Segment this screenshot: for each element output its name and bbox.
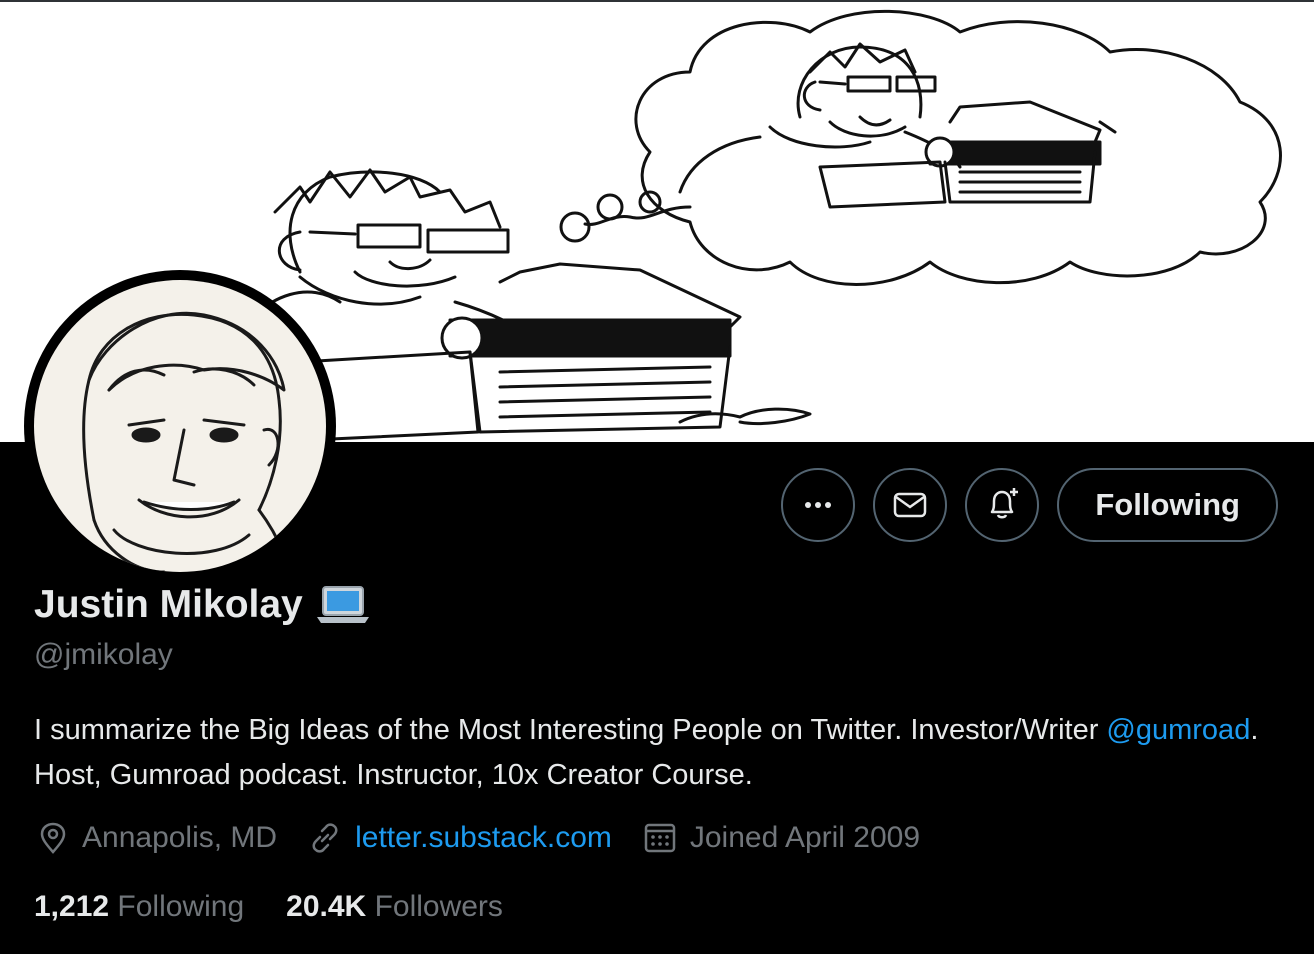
profile-avatar[interactable] <box>24 270 336 582</box>
followers-label: Followers <box>374 890 503 923</box>
profile-name-row: Justin Mikolay <box>34 583 371 627</box>
following-label: Following <box>117 890 245 923</box>
more-button[interactable] <box>781 468 856 542</box>
display-name: Justin Mikolay <box>34 583 303 626</box>
profile-meta: Annapolis, MD letter.substack.com Joined… <box>36 820 950 856</box>
website-link[interactable]: letter.substack.com <box>355 821 612 855</box>
following-button[interactable]: Following <box>1057 468 1278 542</box>
profile-bio: I summarize the Big Ideas of the Most In… <box>34 708 1284 798</box>
following-count: 1,212 <box>34 890 110 923</box>
location-text: Annapolis, MD <box>82 821 278 854</box>
bell-plus-icon <box>991 488 1019 519</box>
calendar-icon <box>644 823 676 853</box>
envelope-icon <box>894 492 927 518</box>
profile-stats: 1,212 Following 20.4K Followers <box>34 890 545 924</box>
profile-handle: @jmikolay <box>34 638 173 671</box>
website-item: letter.substack.com <box>307 820 612 856</box>
avatar-portrait <box>34 280 326 572</box>
bio-text: I summarize the Big Ideas of the Most In… <box>34 714 1107 746</box>
joined-item: Joined April 2009 <box>642 820 920 856</box>
bio-mention-link[interactable]: @gumroad <box>1106 714 1250 746</box>
joined-text: Joined April 2009 <box>689 821 921 854</box>
link-icon <box>312 823 338 853</box>
notify-button[interactable] <box>965 468 1040 542</box>
ellipsis-icon <box>805 502 832 508</box>
message-button[interactable] <box>873 468 948 542</box>
following-stat-link[interactable]: 1,212 Following <box>34 890 244 924</box>
location-item: Annapolis, MD <box>36 821 277 855</box>
laptop-emoji-icon <box>316 586 369 623</box>
profile-actions: Following <box>781 468 1278 542</box>
followers-stat-link[interactable]: 20.4K Followers <box>286 890 503 924</box>
location-pin-icon <box>40 822 66 854</box>
followers-count: 20.4K <box>286 890 367 923</box>
